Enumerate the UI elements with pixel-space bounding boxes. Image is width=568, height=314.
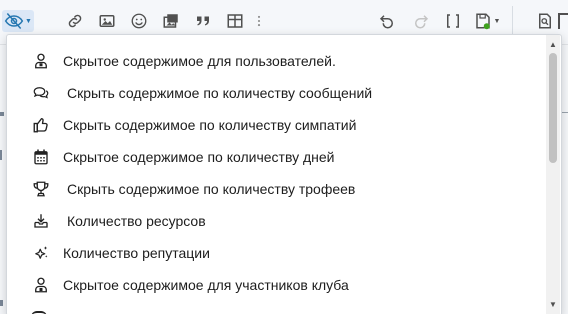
media-button[interactable]: [160, 10, 182, 32]
media-icon: [163, 14, 178, 28]
menu-scrollbar[interactable]: ▲ ▼: [546, 35, 560, 314]
menu-item-hide-for-club-members[interactable]: Скрытое содержимое для участников клуба: [7, 269, 547, 301]
redo-icon: [415, 15, 429, 29]
more-icon: [257, 15, 261, 27]
user-lock-icon: [31, 51, 51, 71]
editor-ghost-left-1: [0, 112, 4, 116]
drafts-icon: [475, 13, 490, 30]
hide-content-icon: [4, 13, 24, 29]
menu-item-label: Скрыть содержимое по количеству трофеев: [67, 181, 356, 197]
calendar-icon: [31, 147, 51, 167]
menu-item-partial-next[interactable]: [31, 307, 61, 314]
toggle-bbcode-button[interactable]: [442, 10, 464, 32]
menu-item-reputation-count[interactable]: Количество репутации: [7, 237, 547, 269]
hide-content-dropdown: Скрытое содержимое для пользователей. Ск…: [6, 34, 562, 314]
chevron-down-icon: ▼: [25, 17, 32, 25]
link-icon: [68, 14, 82, 28]
editor-ghost-right: [562, 112, 568, 113]
menu-item-hide-by-messages[interactable]: Скрыть содержимое по количеству сообщени…: [7, 77, 547, 109]
menu-item-hide-by-likes[interactable]: Скрыть содержимое по количеству симпатий: [7, 109, 547, 141]
table-icon: [227, 14, 243, 28]
menu-item-label: Скрыть содержимое по количеству сообщени…: [67, 85, 373, 101]
partial-icon: [558, 13, 568, 29]
brackets-icon: [447, 14, 459, 28]
editor-ghost-left-2: [0, 150, 2, 160]
scroll-up-icon[interactable]: ▲: [546, 37, 560, 51]
menu-item-label: Скрыть содержимое по количеству симпатий: [63, 117, 357, 133]
smiley-button[interactable]: [128, 10, 150, 32]
image-button[interactable]: [96, 10, 118, 32]
link-button[interactable]: [64, 10, 86, 32]
menu-item-label: Скрытое содержимое для участников клуба: [63, 277, 349, 293]
preview-icon: [539, 13, 551, 29]
menu-item-label: Скрытое содержимое для пользователей.: [63, 53, 336, 69]
thumbs-up-icon: [31, 115, 51, 135]
undo-icon: [379, 15, 393, 29]
menu-item-hide-by-trophies[interactable]: Скрыть содержимое по количеству трофеев: [7, 173, 547, 205]
editor-ghost-left-3: [0, 300, 3, 306]
smiley-icon: [131, 13, 147, 29]
more-button[interactable]: [252, 10, 266, 32]
scroll-down-icon[interactable]: ▼: [546, 297, 560, 311]
menu-item-hide-by-days[interactable]: Скрытое содержимое по количеству дней: [7, 141, 547, 173]
preview-button[interactable]: [534, 10, 556, 32]
image-icon: [99, 15, 115, 27]
sparkle-star-icon: [31, 243, 51, 263]
quote-icon: [197, 16, 209, 26]
trophy-icon: [31, 179, 51, 199]
chevron-down-icon: ▼: [493, 17, 501, 25]
menu-item-resource-count[interactable]: Количество ресурсов: [7, 205, 547, 237]
editor-stage: ▼ ▼ Скрытое содержимое для пользователей…: [0, 0, 568, 314]
drafts-button[interactable]: ▼: [472, 10, 502, 32]
table-button[interactable]: [224, 10, 246, 32]
scrollbar-thumb[interactable]: [549, 53, 557, 163]
menu-item-label: Скрытое содержимое по количеству дней: [63, 149, 335, 165]
quote-button[interactable]: [192, 10, 214, 32]
menu-item-label: Количество репутации: [63, 245, 210, 261]
comments-icon: [31, 83, 51, 103]
hide-content-button[interactable]: ▼: [2, 10, 34, 32]
menu-item-label: Количество ресурсов: [67, 213, 206, 229]
menu-item-hide-for-users[interactable]: Скрытое содержимое для пользователей.: [7, 45, 547, 77]
user-badge-icon: [31, 275, 51, 295]
undo-button[interactable]: [376, 10, 398, 32]
download-tray-icon: [31, 211, 51, 231]
preview-edge-button[interactable]: [558, 10, 568, 32]
redo-button[interactable]: [410, 10, 432, 32]
toolbar-divider: [512, 6, 513, 36]
